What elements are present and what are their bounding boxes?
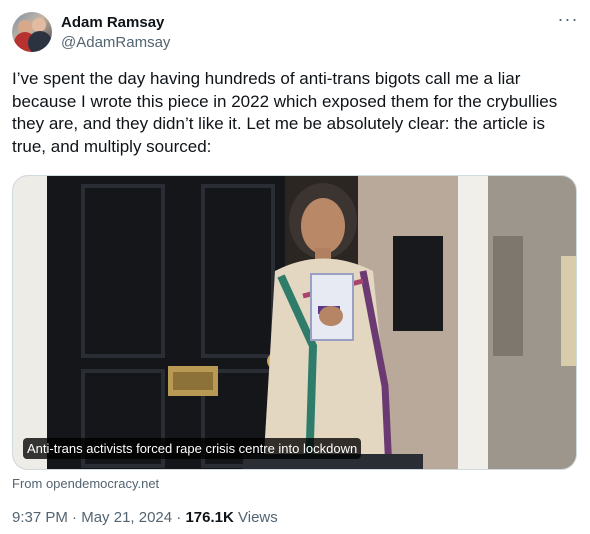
author-display-name[interactable]: Adam Ramsay xyxy=(61,14,164,32)
tweet-text: I’ve spent the day having hundreds of an… xyxy=(12,69,562,156)
author-handle[interactable]: @AdamRamsay xyxy=(61,34,170,52)
link-card-image[interactable]: Anti-trans activists forced rape crisis … xyxy=(12,175,577,470)
views-count[interactable]: 176.1K xyxy=(185,509,233,526)
article-photo xyxy=(13,176,576,469)
tweet-date-link[interactable]: May 21, 2024 xyxy=(81,509,172,526)
card-source-link[interactable]: From opendemocracy.net xyxy=(12,476,159,492)
card-caption: Anti-trans activists forced rape crisis … xyxy=(23,438,362,459)
views-label: Views xyxy=(233,509,278,526)
tweet-metadata: 9:37 PM · May 21, 2024 · 176.1K Views xyxy=(12,509,278,527)
tweet-time-link[interactable]: 9:37 PM xyxy=(12,509,68,526)
avatar[interactable] xyxy=(12,12,52,52)
more-options-icon[interactable]: ··· xyxy=(556,10,580,32)
meta-separator: · xyxy=(172,509,186,526)
meta-separator: · xyxy=(67,509,82,526)
tweet: Adam Ramsay @AdamRamsay ··· I’ve spent t… xyxy=(0,0,590,534)
